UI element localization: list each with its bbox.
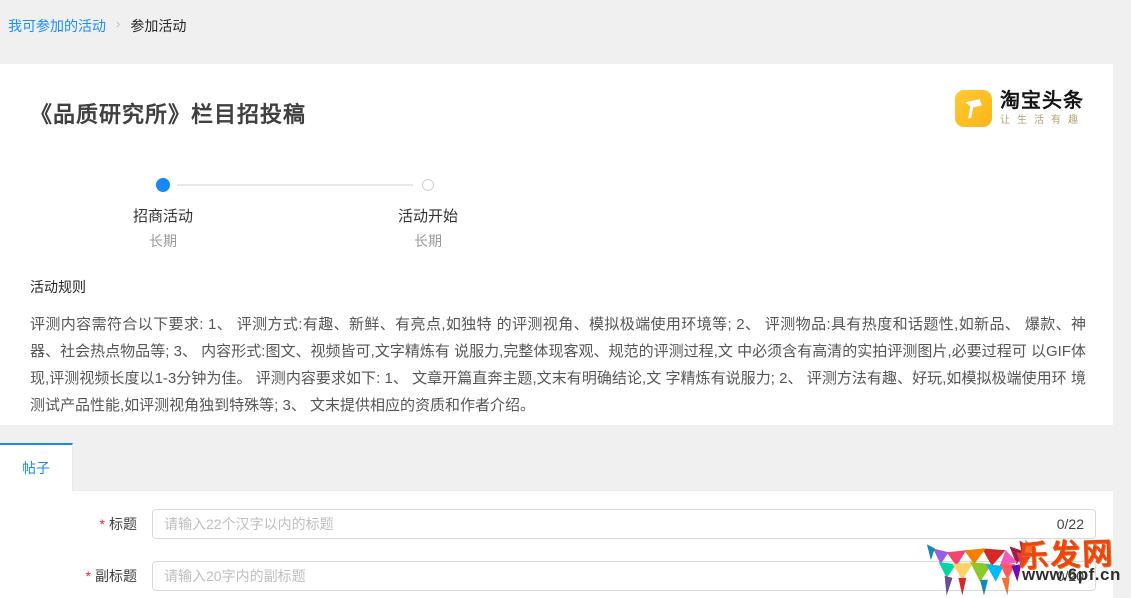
- title-input-wrap: 0/22: [152, 509, 1096, 539]
- subtitle-label-text: 副标题: [95, 568, 137, 584]
- flag-glyph-icon: [961, 96, 986, 121]
- breadcrumb: 我可参加的活动 › 参加活动: [0, 0, 1131, 64]
- title-label-text: 标题: [109, 516, 137, 532]
- subtitle-input-wrap: 0/20: [152, 561, 1096, 591]
- step-time-start: 长期: [348, 231, 508, 251]
- title-input[interactable]: [152, 509, 1096, 539]
- subtitle-label: *副标题: [0, 561, 137, 591]
- subtitle-input[interactable]: [152, 561, 1096, 591]
- required-asterisk-icon: *: [100, 516, 105, 532]
- subtitle-char-counter: 0/20: [1057, 561, 1084, 591]
- page-title: 《品质研究所》栏目招投稿: [30, 97, 306, 129]
- logo-name: 淘宝头条: [1000, 90, 1085, 112]
- form-row-subtitle: *副标题 0/20: [0, 561, 1113, 591]
- taobao-toutiao-logo-icon: [955, 90, 992, 127]
- logo-tagline: 让生活有趣: [1000, 114, 1085, 127]
- step-time-recruiting: 长期: [83, 231, 243, 251]
- title-label: *标题: [0, 509, 137, 539]
- step-pending-circle-icon: [422, 179, 434, 191]
- logo-text: 淘宝头条 让生活有趣: [1000, 90, 1085, 127]
- step-connector-line: [177, 184, 413, 186]
- step-label-recruiting: 招商活动: [83, 205, 243, 226]
- chevron-right-icon: ›: [116, 16, 120, 31]
- post-form-panel: *标题 0/22 *副标题 0/20: [0, 490, 1113, 598]
- taobao-toutiao-logo: 淘宝头条 让生活有趣: [955, 90, 1085, 127]
- tab-bar: 帖子: [0, 443, 1113, 490]
- breadcrumb-current: 参加活动: [130, 16, 186, 36]
- step-current-dot-icon: [156, 178, 170, 192]
- title-char-counter: 0/22: [1057, 509, 1084, 539]
- form-row-title: *标题 0/22: [0, 509, 1113, 539]
- tab-post[interactable]: 帖子: [0, 443, 73, 491]
- step-label-start: 活动开始: [348, 205, 508, 226]
- breadcrumb-link-my-activities[interactable]: 我可参加的活动: [8, 16, 106, 36]
- rules-heading: 活动规则: [30, 277, 86, 297]
- activity-detail-panel: 《品质研究所》栏目招投稿 淘宝头条 让生活有趣 招商活动 活动开始 长期 长期 …: [0, 64, 1113, 425]
- required-asterisk-icon: *: [86, 568, 91, 584]
- rules-body: 评测内容需符合以下要求: 1、 评测方式:有趣、新鲜、有亮点,如独特 的评测视角…: [30, 311, 1086, 419]
